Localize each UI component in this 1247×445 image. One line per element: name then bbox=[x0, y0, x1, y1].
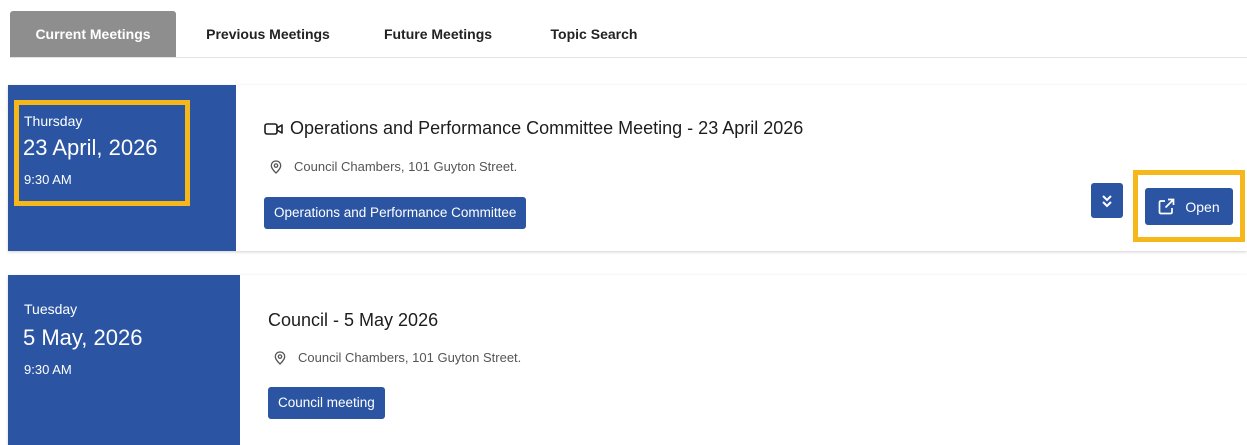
highlight-box bbox=[14, 100, 190, 206]
meeting-title-text: Operations and Performance Committee Mee… bbox=[290, 118, 804, 138]
meeting-card: Thursday 23 April, 2026 9:30 AM Operatio… bbox=[8, 85, 1247, 251]
location-pin-icon bbox=[270, 159, 282, 174]
meeting-time: 9:30 AM bbox=[24, 362, 72, 377]
meeting-type-tag[interactable]: Operations and Performance Committee bbox=[264, 197, 527, 229]
meeting-title: Operations and Performance Committee Mee… bbox=[264, 118, 803, 139]
tab-topic-search[interactable]: Topic Search bbox=[532, 11, 656, 57]
meeting-type-tag[interactable]: Council meeting bbox=[268, 387, 385, 419]
meeting-title-text: Council - 5 May 2026 bbox=[268, 310, 439, 330]
meeting-card: Tuesday 5 May, 2026 9:30 AM Council - 5 … bbox=[8, 275, 1247, 445]
tab-current-meetings[interactable]: Current Meetings bbox=[10, 11, 176, 57]
chevron-double-down-icon bbox=[1102, 194, 1112, 207]
meeting-date-panel: Thursday 23 April, 2026 9:30 AM bbox=[8, 85, 236, 251]
meeting-tabs: Current Meetings Previous Meetings Futur… bbox=[10, 11, 1247, 58]
location-pin-icon bbox=[274, 350, 286, 365]
meeting-date: 5 May, 2026 bbox=[23, 325, 143, 350]
meeting-title: Council - 5 May 2026 bbox=[268, 310, 438, 331]
highlight-box bbox=[1133, 170, 1245, 242]
expand-button[interactable] bbox=[1091, 183, 1123, 218]
meeting-location-text: Council Chambers, 101 Guyton Street. bbox=[294, 159, 518, 174]
meeting-location: Council Chambers, 101 Guyton Street. bbox=[270, 159, 517, 174]
meeting-location-text: Council Chambers, 101 Guyton Street. bbox=[298, 350, 522, 365]
video-icon bbox=[264, 122, 283, 135]
meeting-date-panel: Tuesday 5 May, 2026 9:30 AM bbox=[8, 275, 240, 445]
meeting-day: Tuesday bbox=[24, 301, 78, 317]
tab-previous-meetings[interactable]: Previous Meetings bbox=[192, 11, 344, 57]
tab-future-meetings[interactable]: Future Meetings bbox=[370, 11, 506, 57]
meeting-location: Council Chambers, 101 Guyton Street. bbox=[274, 350, 521, 365]
